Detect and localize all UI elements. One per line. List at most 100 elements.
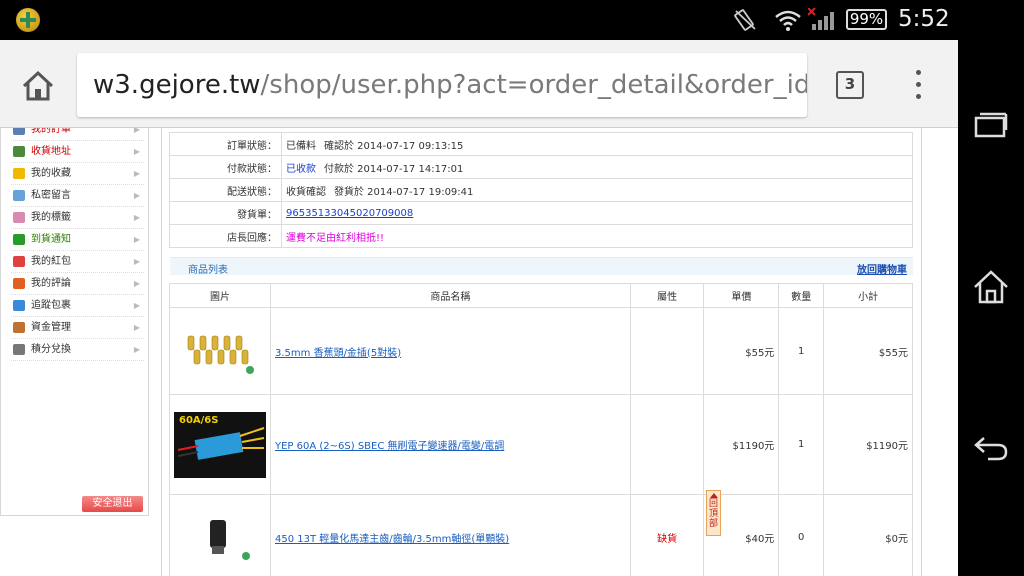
product-qty-cell: 0: [778, 494, 825, 576]
chevron-right-icon: ▶: [133, 345, 140, 354]
order-info-value: 運費不足由紅利相抵!!: [286, 232, 385, 244]
battery-indicator: 99%: [846, 9, 887, 30]
product-attr-cell: [629, 307, 705, 395]
product-thumbnail-pinion-gear[interactable]: [174, 506, 266, 566]
product-name-cell: 450 13T 輕量化馬達主齒/齒輪/3.5mm軸徑(單顆裝): [270, 494, 631, 576]
back-to-top-button[interactable]: 回頂部: [706, 490, 721, 536]
sidebar-item-label: 積分兌換: [31, 344, 71, 355]
product-subtotal-cell: $55元: [823, 307, 913, 395]
product-qty-cell: 1: [778, 394, 825, 495]
status-bar: 99% 5:52: [0, 0, 958, 40]
order-info-value-cell: 運費不足由紅利相抵!!: [281, 224, 913, 248]
chevron-right-icon: ▶: [133, 301, 140, 310]
red-envelope-icon: [13, 256, 25, 267]
back-icon[interactable]: [970, 426, 1012, 468]
chevron-right-icon: ▶: [133, 279, 140, 288]
url-text: w3.gejore.tw/shop/user.php?act=order_det…: [93, 69, 807, 101]
back-to-cart-link[interactable]: 放回購物車: [857, 261, 907, 276]
col-header-qty: 數量: [778, 283, 825, 308]
product-qty-cell: 1: [778, 307, 825, 395]
home-nav-icon[interactable]: [970, 266, 1012, 308]
funds-icon: [13, 322, 25, 333]
tab-switcher-button[interactable]: 3: [836, 71, 864, 99]
rotation-lock-icon: [734, 9, 756, 31]
order-info-value-cell: 已收款 付款於 2014-07-17 14:17:01: [281, 155, 913, 179]
sidebar-item[interactable]: 積分兌換 ▶: [11, 339, 144, 361]
back-to-top-label: 回頂部: [708, 499, 718, 529]
product-name-cell: YEP 60A (2~6S) SBEC 無刷電子變速器/電變/電調: [270, 394, 631, 495]
overflow-menu-icon[interactable]: [916, 70, 924, 100]
order-info-timestamp: 付款於 2014-07-17 14:17:01: [324, 163, 464, 175]
product-name-link[interactable]: 450 13T 輕量化馬達主齒/齒輪/3.5mm軸徑(單顆裝): [275, 534, 509, 545]
order-info-value-cell: 收貨確認 發貨於 2014-07-17 19:09:41: [281, 178, 913, 202]
out-of-stock-label: 缺貨: [657, 534, 678, 545]
url-path: /shop/user.php?act=order_detail&order_id…: [260, 70, 807, 100]
chevron-right-icon: ▶: [133, 128, 140, 134]
sidebar-item[interactable]: 追蹤包裹 ▶: [11, 295, 144, 317]
shipping-number-link[interactable]: 96535133045020709008: [286, 208, 413, 219]
chevron-right-icon: ▶: [133, 323, 140, 332]
product-image-cell: [169, 307, 271, 395]
sidebar-item-label: 到貨通知: [31, 234, 71, 245]
product-name-link[interactable]: 3.5mm 香蕉頭/金插(5對裝): [275, 348, 401, 359]
android-screen: 99% 5:52 w3.gejore.tw/shop/user.php?act=…: [0, 0, 1024, 576]
sidebar-item[interactable]: 到貨通知 ▶: [11, 229, 144, 251]
order-info-row: 付款狀態： 已收款 付款於 2014-07-17 14:17:01: [169, 155, 913, 179]
order-info-value-cell: 96535133045020709008: [281, 201, 913, 225]
sidebar-item-label: 我的紅包: [31, 256, 71, 267]
content-border: [921, 128, 922, 576]
sidebar-item-label: 追蹤包裹: [31, 300, 71, 311]
goods-section-header: 商品列表 放回購物車: [170, 257, 913, 276]
sidebar-item[interactable]: 我的紅包 ▶: [11, 251, 144, 273]
flag-icon: [13, 278, 25, 289]
col-header-image: 圖片: [169, 283, 271, 308]
recent-apps-icon[interactable]: [970, 104, 1012, 146]
chevron-right-icon: ▶: [133, 191, 140, 200]
sidebar-item[interactable]: 我的標籤 ▶: [11, 207, 144, 229]
order-info-row: 配送狀態： 收貨確認 發貨於 2014-07-17 19:09:41: [169, 178, 913, 202]
clock: 5:52: [898, 6, 950, 32]
product-name-link[interactable]: YEP 60A (2~6S) SBEC 無刷電子變速器/電變/電調: [275, 441, 504, 452]
col-header-subtotal: 小計: [823, 283, 913, 308]
url-host: w3.gejore.tw: [93, 70, 261, 100]
order-info-row: 發貨單： 96535133045020709008: [169, 201, 913, 225]
order-info-label: 訂單狀態：: [169, 132, 282, 156]
sidebar-item[interactable]: 我的收藏 ▶: [11, 163, 144, 185]
product-subtotal-cell: $0元: [823, 494, 913, 576]
sidebar-item-label: 我的評論: [31, 278, 71, 289]
order-info-label: 付款狀態：: [169, 155, 282, 179]
tag-icon: [13, 212, 25, 223]
order-info-timestamp: 發貨於 2014-07-17 19:09:41: [334, 186, 474, 198]
product-attr-cell: [629, 394, 705, 495]
col-header-price: 單價: [703, 283, 780, 308]
sidebar-item[interactable]: 私密留言 ▶: [11, 185, 144, 207]
chevron-right-icon: ▶: [133, 257, 140, 266]
order-info-value-cell: 已備料 確認於 2014-07-17 09:13:15: [281, 132, 913, 156]
search-package-icon: [13, 300, 25, 311]
product-price-cell: $1190元: [703, 394, 780, 495]
table-row: 3.5mm 香蕉頭/金插(5對裝) $55元 1 $55元: [169, 307, 913, 395]
sidebar-item[interactable]: 資金管理 ▶: [11, 317, 144, 339]
sidebar-item[interactable]: 我的訂單 ▶: [11, 128, 144, 141]
col-header-name: 商品名稱: [270, 283, 631, 308]
sidebar-item[interactable]: 我的評論 ▶: [11, 273, 144, 295]
goods-table-header-row: 圖片 商品名稱 屬性 單價 數量 小計: [169, 283, 913, 308]
product-thumbnail-esc[interactable]: 60A/6S: [174, 411, 266, 478]
product-thumbnail-banana-plugs[interactable]: [174, 319, 266, 380]
navigation-bar: [958, 0, 1024, 576]
sidebar-item[interactable]: 收貨地址 ▶: [11, 141, 144, 163]
url-bar[interactable]: w3.gejore.tw/shop/user.php?act=order_det…: [77, 53, 807, 117]
web-page: 我的訂單 ▶ 收貨地址 ▶ 我的收藏 ▶ 私密留言 ▶ 我的標籤 ▶ 到貨通知 ▶ 我的紅包 ▶ 我的評論 ▶…: [0, 128, 958, 576]
home-icon[interactable]: [18, 66, 58, 106]
logout-button[interactable]: 安全退出: [82, 496, 143, 512]
chevron-right-icon: ▶: [133, 169, 140, 178]
order-info-value: 已收款: [286, 163, 316, 175]
sidebar-item-label: 我的收藏: [31, 168, 71, 179]
points-icon: [13, 344, 25, 355]
browser-toolbar: w3.gejore.tw/shop/user.php?act=order_det…: [0, 40, 958, 128]
cell-signal-icon: [808, 8, 834, 30]
order-icon: [13, 128, 25, 135]
sidebar-item-label: 我的標籤: [31, 212, 71, 223]
sidebar-item-label: 我的訂單: [31, 128, 71, 135]
order-info-value: 已備料: [286, 140, 316, 152]
